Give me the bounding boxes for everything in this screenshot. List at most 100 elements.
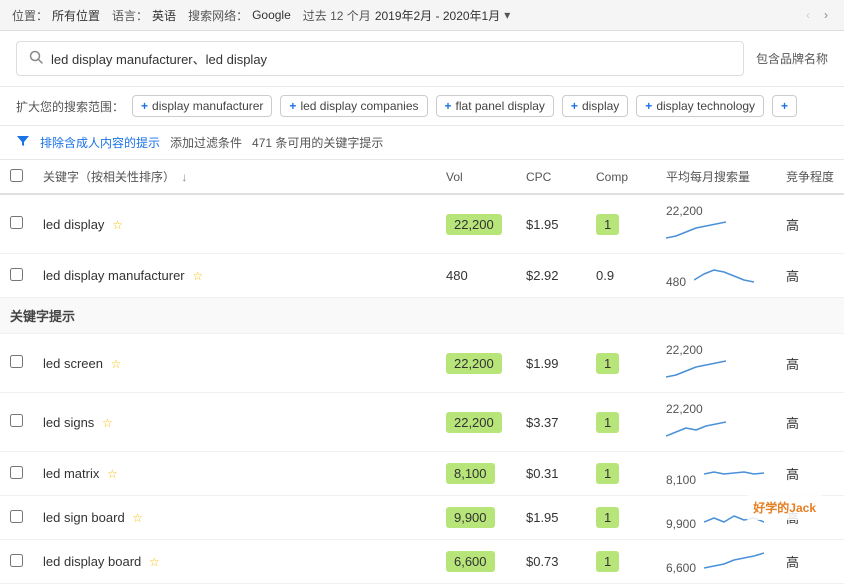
- comp-cell: 1: [586, 452, 656, 496]
- row-checkbox-cell: [0, 194, 33, 254]
- brand-label: 包含品牌名称: [756, 50, 828, 67]
- comp-level-value: 高: [786, 269, 799, 284]
- comp-level-cell: 高: [776, 194, 844, 254]
- period-label: 过去 12 个月: [303, 7, 371, 24]
- keyword-cell: led display board ☆: [33, 540, 436, 584]
- tag-display[interactable]: + display: [562, 95, 628, 117]
- keyword-text[interactable]: led screen: [43, 356, 103, 371]
- language-item: 语言： 英语: [112, 7, 176, 24]
- tag-label: flat panel display: [456, 99, 545, 113]
- tag-display-technology[interactable]: + display technology: [636, 95, 764, 117]
- monthly-value: 22,200: [666, 343, 703, 357]
- cpc-value: $1.99: [526, 356, 559, 371]
- comp-level-cell: 高: [776, 393, 844, 452]
- select-all-checkbox[interactable]: [10, 169, 23, 182]
- expand-bar: 扩大您的搜索范围： + display manufacturer + led d…: [0, 87, 844, 126]
- location-value[interactable]: 所有位置: [52, 7, 100, 24]
- row-checkbox[interactable]: [10, 510, 23, 523]
- comp-cell: 1: [586, 334, 656, 393]
- keyword-text[interactable]: led sign board: [43, 510, 125, 525]
- monthly-value: 6,600: [666, 561, 696, 575]
- tag-label: display technology: [656, 99, 755, 113]
- row-checkbox[interactable]: [10, 268, 23, 281]
- comp-value: 1: [596, 551, 619, 572]
- cpc-value: $2.92: [526, 268, 559, 283]
- star-icon[interactable]: ☆: [111, 357, 122, 371]
- row-checkbox[interactable]: [10, 466, 23, 479]
- comp-value: 1: [596, 463, 619, 484]
- star-icon[interactable]: ☆: [112, 218, 123, 232]
- tag-display-manufacturer[interactable]: + display manufacturer: [132, 95, 272, 117]
- keyword-text[interactable]: led display: [43, 217, 104, 232]
- next-arrow[interactable]: ›: [820, 6, 832, 24]
- filter-bar: 排除含成人内容的提示 添加过滤条件 471 条可用的关键字提示: [0, 126, 844, 160]
- row-checkbox-cell: [0, 254, 33, 298]
- row-checkbox-cell: [0, 496, 33, 540]
- row-checkbox[interactable]: [10, 216, 23, 229]
- network-value[interactable]: Google: [252, 8, 291, 22]
- header-keyword[interactable]: 关键字（按相关性排序） ↓: [33, 160, 436, 194]
- keywords-table: 关键字（按相关性排序） ↓ Vol CPC Comp 平均每月搜索量 竞争程度 …: [0, 160, 844, 584]
- chart-cell: 22,200: [656, 393, 776, 452]
- star-icon[interactable]: ☆: [102, 416, 113, 430]
- header-comp-level: 竞争程度: [776, 160, 844, 194]
- monthly-value: 9,900: [666, 517, 696, 531]
- tag-led-display-companies[interactable]: + led display companies: [280, 95, 427, 117]
- star-icon[interactable]: ☆: [132, 511, 143, 525]
- tag-plus-icon: +: [781, 99, 788, 113]
- keyword-text[interactable]: led signs: [43, 415, 94, 430]
- keyword-text[interactable]: led display manufacturer: [43, 268, 185, 283]
- tag-more[interactable]: +: [772, 95, 797, 117]
- chart-cell: 8,100: [656, 452, 776, 496]
- monthly-value: 8,100: [666, 473, 696, 487]
- vol-value: 22,200: [446, 353, 502, 374]
- row-checkbox[interactable]: [10, 414, 23, 427]
- table-header-row: 关键字（按相关性排序） ↓ Vol CPC Comp 平均每月搜索量 竞争程度: [0, 160, 844, 194]
- comp-level-cell: 高: [776, 452, 844, 496]
- keyword-cell: led display manufacturer ☆: [33, 254, 436, 298]
- star-icon[interactable]: ☆: [149, 555, 160, 569]
- comp-cell: 1: [586, 496, 656, 540]
- vol-cell: 22,200: [436, 194, 516, 254]
- table-row: led display board ☆ 6,600 $0.73 1 6,600 …: [0, 540, 844, 584]
- vol-cell: 8,100: [436, 452, 516, 496]
- add-filter-btn[interactable]: 添加过滤条件: [170, 134, 242, 151]
- comp-cell: 1: [586, 540, 656, 584]
- comp-level-cell: 高: [776, 334, 844, 393]
- cpc-value: $0.73: [526, 554, 559, 569]
- row-checkbox[interactable]: [10, 554, 23, 567]
- prev-arrow[interactable]: ‹: [802, 6, 814, 24]
- language-value[interactable]: 英语: [152, 7, 176, 24]
- comp-level-cell: 高: [776, 254, 844, 298]
- cpc-cell: $3.37: [516, 393, 586, 452]
- star-icon[interactable]: ☆: [192, 269, 203, 283]
- header-cpc[interactable]: CPC: [516, 160, 586, 194]
- vol-value: 6,600: [446, 551, 495, 572]
- row-checkbox[interactable]: [10, 355, 23, 368]
- tag-plus-icon: +: [571, 99, 578, 113]
- monthly-value: 480: [666, 275, 686, 289]
- header-checkbox[interactable]: [0, 160, 33, 194]
- monthly-value: 22,200: [666, 402, 703, 416]
- table-row: led display manufacturer ☆ 480 $2.92 0.9…: [0, 254, 844, 298]
- tag-flat-panel-display[interactable]: + flat panel display: [436, 95, 554, 117]
- location-label: 位置：: [12, 7, 48, 24]
- search-input-wrap[interactable]: led display manufacturer、led display: [16, 41, 744, 76]
- star-icon[interactable]: ☆: [107, 467, 118, 481]
- keyword-text[interactable]: led display board: [43, 554, 141, 569]
- comp-value: 1: [596, 353, 619, 374]
- comp-level-value: 高: [786, 555, 799, 570]
- keyword-cell: led matrix ☆: [33, 452, 436, 496]
- exclude-adult-link[interactable]: 排除含成人内容的提示: [40, 134, 160, 151]
- nav-arrows: ‹ ›: [802, 6, 832, 24]
- date-range-item[interactable]: 过去 12 个月 2019年2月 - 2020年1月 ▾: [303, 7, 510, 24]
- keyword-text[interactable]: led matrix: [43, 466, 99, 481]
- header-vol[interactable]: Vol: [436, 160, 516, 194]
- vol-cell: 22,200: [436, 334, 516, 393]
- cpc-cell: $1.99: [516, 334, 586, 393]
- chart-cell: 6,600: [656, 540, 776, 584]
- filter-count: 471 条可用的关键字提示: [252, 134, 383, 151]
- sparkline-chart: [666, 357, 726, 381]
- header-comp[interactable]: Comp: [586, 160, 656, 194]
- comp-value: 1: [596, 412, 619, 433]
